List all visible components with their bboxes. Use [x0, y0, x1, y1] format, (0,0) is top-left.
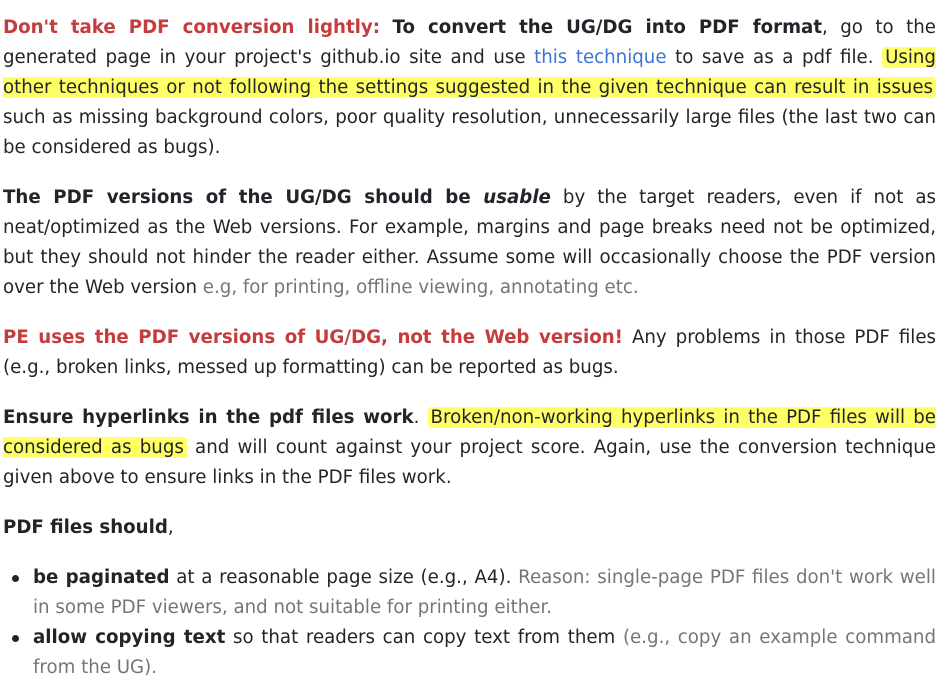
usable-examples: e.g, for printing, offline viewing, anno…	[202, 277, 639, 298]
technique-link[interactable]: this technique	[534, 47, 666, 68]
bullet-icon	[12, 635, 19, 642]
pdf-requirements-list: be paginated at a reasonable page size (…	[3, 563, 936, 683]
pdf-conversion-paragraph: Don't take PDF conversion lightly: To co…	[3, 17, 936, 158]
pe-pdf-paragraph: PE uses the PDF versions of UG/DG, not t…	[3, 327, 937, 378]
pe-pdf-warning: PE uses the PDF versions of UG/DG, not t…	[3, 327, 623, 348]
pdf-files-should-heading: PDF files should,	[3, 517, 174, 538]
pdf-usable-paragraph: The PDF versions of the UG/DG should be …	[3, 187, 936, 298]
list-item: be paginated at a reasonable page size (…	[12, 563, 936, 623]
pdf-conversion-warning: Don't take PDF conversion lightly:	[3, 17, 381, 38]
document-content: Don't take PDF conversion lightly: To co…	[3, 0, 936, 683]
hyperlinks-paragraph: Ensure hyperlinks in the pdf files work.…	[3, 407, 936, 488]
pdf-conversion-instruction: To convert the UG/DG into PDF format	[392, 17, 823, 38]
usable-emphasis: usable	[483, 187, 551, 208]
hyperlinks-instruction: Ensure hyperlinks in the pdf files work	[3, 407, 414, 428]
bullet-icon	[12, 575, 19, 582]
list-item: allow copying text so that readers can c…	[12, 623, 936, 683]
